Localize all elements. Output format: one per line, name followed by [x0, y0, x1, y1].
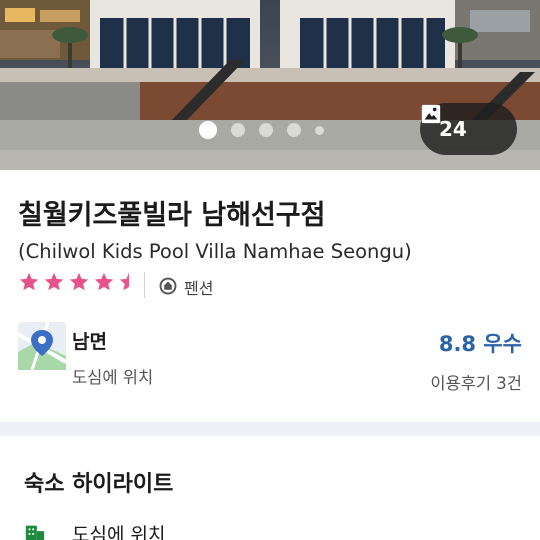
- highlights-title: 숙소 하이라이트: [24, 472, 174, 497]
- property-title-en: (Chilwol Kids Pool Villa Namhae Seongu): [18, 240, 412, 263]
- gallery-pagination: [199, 121, 338, 139]
- section-divider: [0, 422, 540, 436]
- star-rating: [18, 271, 143, 293]
- photo-gallery[interactable]: 24: [0, 0, 540, 170]
- pagination-dot[interactable]: [231, 123, 245, 137]
- highlight-item-label: 도심에 위치: [72, 524, 166, 540]
- star-icon: [94, 272, 114, 291]
- divider: [144, 272, 145, 298]
- star-half-icon: [119, 272, 129, 291]
- pagination-dot[interactable]: [259, 123, 273, 137]
- map-pin-icon[interactable]: [18, 322, 66, 370]
- pagination-dot[interactable]: [315, 125, 324, 135]
- property-title: 칠월키즈풀빌라 남해선구점: [18, 200, 326, 231]
- image-icon: [421, 104, 441, 124]
- property-type: 펜션: [184, 279, 214, 298]
- review-score[interactable]: 8.8 우수: [439, 328, 522, 358]
- star-icon: [44, 272, 64, 291]
- star-icon: [69, 272, 89, 291]
- location-area: 남면: [72, 331, 107, 353]
- location-description: 도심에 위치: [72, 368, 154, 387]
- house-icon: [159, 277, 177, 295]
- building-icon: [25, 525, 45, 540]
- pagination-dot[interactable]: [287, 123, 301, 137]
- star-icon: [19, 272, 39, 291]
- photo-count-label: 24: [439, 117, 467, 141]
- photo-count-button[interactable]: 24: [420, 103, 517, 155]
- pagination-dot-active[interactable]: [199, 121, 217, 139]
- review-count-link[interactable]: 이용후기 3건: [430, 370, 522, 394]
